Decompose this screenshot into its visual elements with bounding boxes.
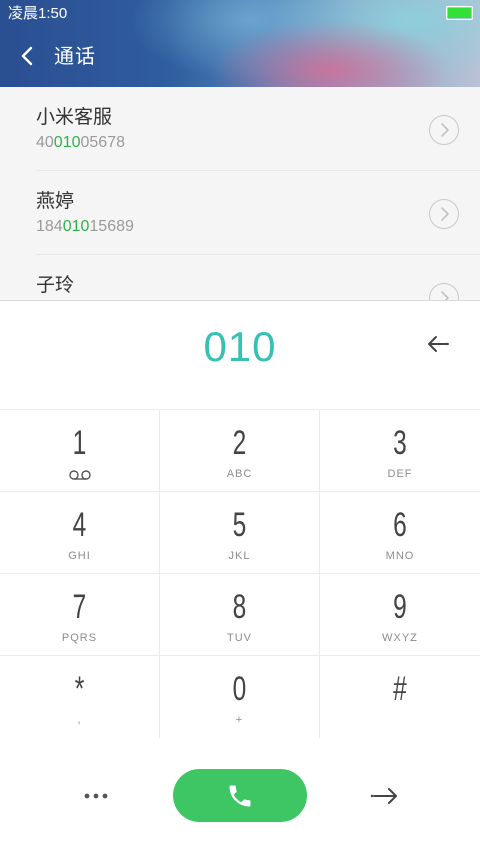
chevron-right-icon[interactable] (429, 199, 459, 229)
contact-row[interactable]: 小米客服 4001005678 (0, 87, 480, 171)
arrow-right-icon[interactable] (368, 781, 402, 811)
page-title: 通话 (54, 46, 96, 68)
contact-suggestions: 小米客服 4001005678 燕婷 18401015689 子玲 (0, 87, 480, 301)
key-3[interactable]: 3 DEF (320, 410, 480, 492)
key-digit: 6 (393, 506, 407, 544)
key-9[interactable]: 9 WXYZ (320, 574, 480, 656)
key-digit: 5 (232, 506, 247, 544)
key-digit: 8 (232, 588, 247, 626)
dialed-number: 010 (203, 323, 277, 370)
key-letters: MNO (385, 550, 415, 562)
key-6[interactable]: 6 MNO (320, 492, 480, 574)
contact-name: 子玲 (36, 275, 75, 296)
key-letters: DEF (387, 468, 413, 480)
key-letters: WXYZ (382, 632, 418, 644)
chevron-right-icon[interactable] (429, 115, 459, 145)
key-digit: 4 (72, 506, 87, 544)
status-time: 凌晨1:50 (8, 5, 68, 22)
key-digit: 0 (232, 670, 247, 708)
key-letters: PQRS (61, 632, 98, 644)
number-prefix: 40 (36, 134, 54, 151)
number-match: 010 (62, 218, 90, 235)
key-digit: 1 (72, 424, 87, 462)
number-suffix: 05678 (80, 134, 126, 151)
battery-level (448, 8, 471, 18)
key-0[interactable]: 0 + (160, 656, 320, 738)
key-digit: * (74, 670, 85, 708)
chevron-left-icon[interactable] (16, 44, 40, 68)
more-dots-icon[interactable] (70, 781, 122, 811)
status-bar: 凌晨1:50 (0, 0, 480, 28)
dial-display: 010 (0, 301, 480, 409)
number-prefix: 184 (36, 218, 63, 235)
contact-name: 燕婷 (36, 191, 75, 212)
number-suffix: 15689 (89, 218, 134, 235)
contact-row[interactable]: 燕婷 18401015689 (0, 171, 480, 255)
key-digit: 2 (232, 424, 247, 462)
voicemail-icon (68, 468, 92, 480)
phone-icon (229, 785, 251, 807)
key-4[interactable]: 4 GHI (0, 492, 160, 574)
key-2[interactable]: 2 ABC (160, 410, 320, 492)
contact-name: 小米客服 (36, 107, 113, 128)
chevron-right-icon[interactable] (429, 283, 459, 301)
key-letters: ABC (226, 468, 253, 480)
key-letters: , (77, 714, 82, 726)
key-star[interactable]: * , (0, 656, 160, 738)
key-letters: TUV (227, 632, 252, 644)
contact-row[interactable]: 子玲 (0, 255, 480, 301)
key-8[interactable]: 8 TUV (160, 574, 320, 656)
key-letters: JKL (228, 550, 251, 562)
backspace-arrow-icon[interactable] (426, 332, 452, 356)
key-digit: 3 (393, 424, 407, 462)
call-button[interactable] (173, 769, 307, 822)
key-digit: 9 (393, 588, 407, 626)
number-match: 010 (53, 134, 81, 151)
key-hash[interactable]: # (320, 656, 480, 738)
key-digit: 7 (72, 588, 87, 626)
key-5[interactable]: 5 JKL (160, 492, 320, 574)
key-letters: GHI (68, 550, 91, 562)
action-bar (0, 739, 480, 853)
key-1[interactable]: 1 (0, 410, 160, 492)
dialer-screen: 凌晨1:50 通话 小米客服 4001005678 燕婷 18401015689 (0, 0, 480, 853)
key-letters: + (235, 714, 244, 726)
contact-number: 4001005678 (36, 134, 125, 152)
contact-number: 18401015689 (36, 218, 134, 236)
keypad: 1 2 ABC 3 DEF 4 GHI 5 JKL 6 MNO 7 PQRS 8… (0, 409, 480, 739)
key-digit: # (393, 670, 407, 708)
battery-icon (446, 6, 473, 20)
key-7[interactable]: 7 PQRS (0, 574, 160, 656)
header: 凌晨1:50 通话 (0, 0, 480, 87)
